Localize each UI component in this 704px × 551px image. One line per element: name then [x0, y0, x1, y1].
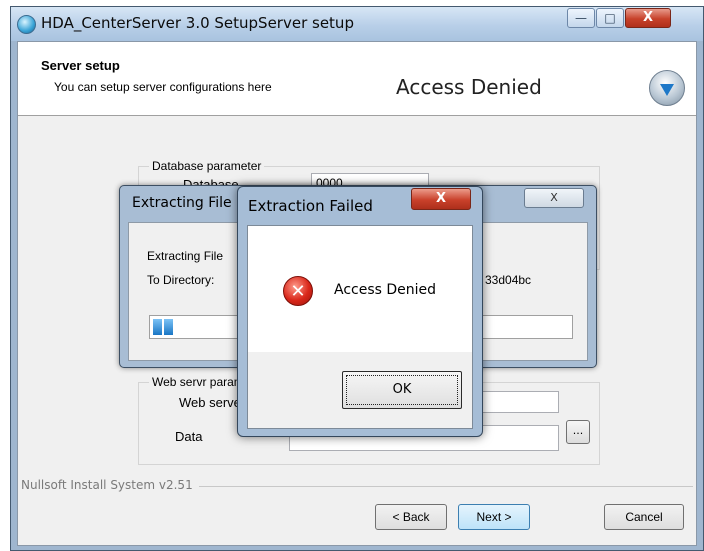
- next-button[interactable]: Next >: [458, 504, 530, 530]
- cancel-button[interactable]: Cancel: [604, 504, 684, 530]
- directory-path-text: 33d04bc: [485, 273, 532, 287]
- nsis-branding: Nullsoft Install System v2.51: [18, 478, 696, 492]
- error-dialog-title: Extraction Failed: [248, 197, 373, 215]
- error-dialog-close-button[interactable]: X: [411, 188, 471, 210]
- to-directory-label: To Directory:: [147, 273, 215, 287]
- branding-text: Nullsoft Install System v2.51: [21, 478, 199, 492]
- browse-button[interactable]: ...: [566, 420, 590, 444]
- back-button[interactable]: < Back: [375, 504, 447, 530]
- web-server-label: Web server: [179, 395, 246, 410]
- close-button[interactable]: X: [625, 8, 671, 28]
- title-bar[interactable]: HDA_CenterServer 3.0 SetupServer setup —…: [11, 7, 703, 41]
- error-icon: ✕: [283, 276, 313, 306]
- extracting-dialog-title: Extracting File: [132, 195, 232, 211]
- error-message-area: ✕ Access Denied: [248, 226, 472, 352]
- window-title: HDA_CenterServer 3.0 SetupServer setup: [41, 14, 354, 32]
- status-text: Access Denied: [396, 75, 542, 99]
- maximize-button[interactable]: □: [596, 8, 624, 28]
- ok-button-label: OK: [346, 375, 458, 405]
- extracting-close-button[interactable]: X: [524, 188, 584, 208]
- extracting-file-label: Extracting File: [147, 249, 224, 263]
- progress-segment: [153, 319, 162, 335]
- data-path-label: Data: [175, 429, 203, 444]
- database-group-legend: Database parameter: [149, 159, 265, 173]
- installer-logo-icon: [649, 70, 685, 106]
- wizard-header: Server setup You can setup server config…: [18, 42, 696, 116]
- app-icon: [17, 15, 36, 34]
- download-arrow-icon: [660, 84, 674, 96]
- progress-segment: [164, 319, 173, 335]
- minimize-button[interactable]: —: [567, 8, 595, 28]
- error-message: Access Denied: [334, 282, 437, 298]
- error-dialog-body: ✕ Access Denied OK: [247, 225, 473, 429]
- ok-button[interactable]: OK: [342, 371, 462, 409]
- extraction-failed-dialog: Extraction Failed X ✕ Access Denied OK: [237, 186, 483, 437]
- page-subtitle: You can setup server configurations here: [54, 80, 272, 94]
- page-title: Server setup: [41, 58, 120, 73]
